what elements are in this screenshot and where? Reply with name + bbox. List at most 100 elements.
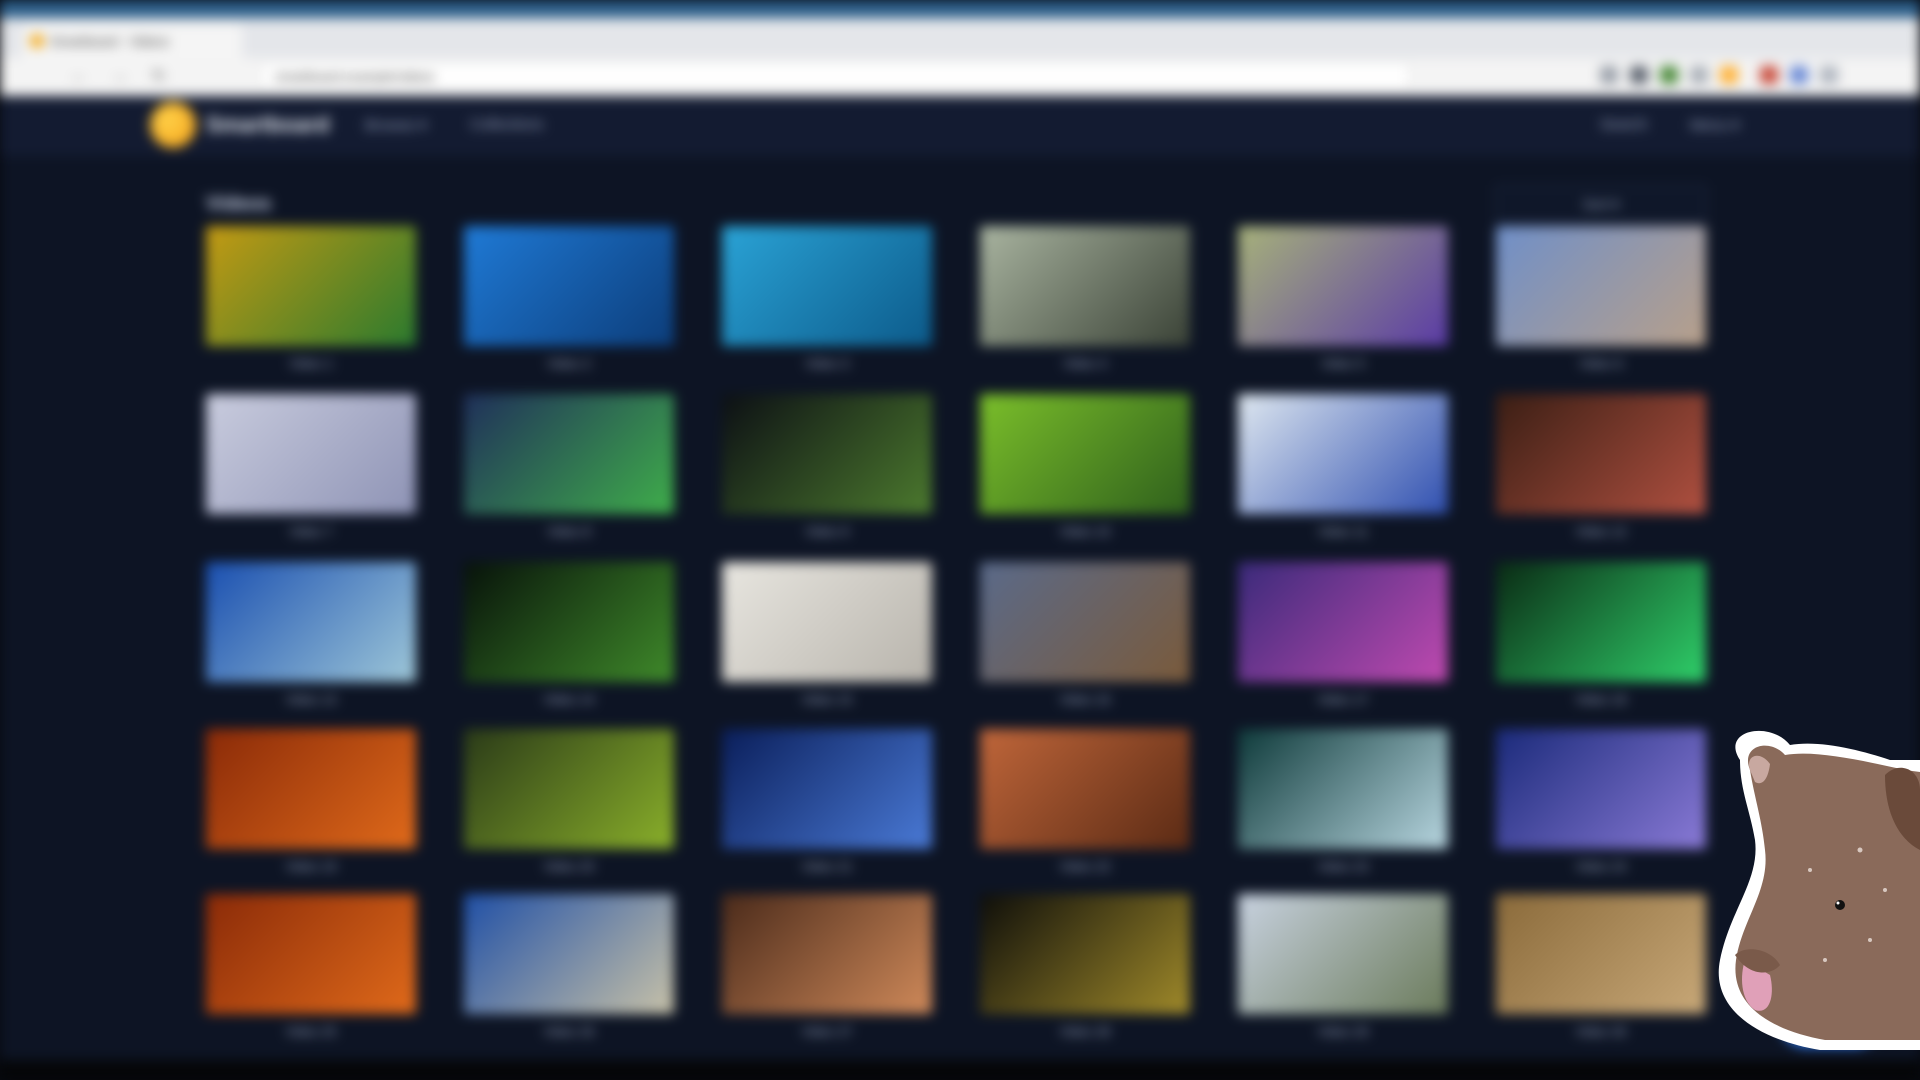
video-title[interactable]: Video 22 (980, 859, 1190, 874)
video-title[interactable]: Video 17 (1238, 692, 1448, 707)
video-thumbnail[interactable] (1496, 894, 1706, 1014)
video-title[interactable]: Video 9 (722, 524, 932, 539)
video-title[interactable]: Video 25 (206, 1024, 416, 1039)
video-title[interactable]: Video 8 (464, 524, 674, 539)
video-title[interactable]: Video 24 (1496, 859, 1706, 874)
video-title[interactable]: Video 4 (980, 356, 1190, 371)
video-title[interactable]: Video 11 (1238, 524, 1448, 539)
video-thumbnail[interactable] (1496, 226, 1706, 346)
video-title[interactable]: Video 3 (722, 356, 932, 371)
video-thumbnail[interactable] (464, 394, 674, 514)
video-thumbnail[interactable] (722, 394, 932, 514)
video-card[interactable]: Video 4 (980, 226, 1190, 386)
video-thumbnail[interactable] (1238, 729, 1448, 849)
video-title[interactable]: Video 15 (722, 692, 932, 707)
video-thumbnail[interactable] (206, 226, 416, 346)
video-card[interactable]: Video 26 (464, 894, 674, 1054)
browser-tab[interactable]: Smartboard - Videos (22, 24, 242, 58)
extension-icon[interactable] (1690, 66, 1708, 84)
extension-icon[interactable] (1720, 66, 1738, 84)
extension-icon[interactable] (1600, 66, 1618, 84)
video-thumbnail[interactable] (980, 562, 1190, 682)
video-title[interactable]: Video 7 (206, 524, 416, 539)
video-card[interactable]: Video 24 (1496, 729, 1706, 889)
video-card[interactable]: Video 10 (980, 394, 1190, 554)
video-thumbnail[interactable] (1496, 729, 1706, 849)
video-title[interactable]: Video 29 (1238, 1024, 1448, 1039)
video-card[interactable]: Video 2 (464, 226, 674, 386)
video-thumbnail[interactable] (722, 894, 932, 1014)
video-title[interactable]: Video 12 (1496, 524, 1706, 539)
video-card[interactable]: Video 12 (1496, 394, 1706, 554)
video-title[interactable]: Video 13 (206, 692, 416, 707)
video-card[interactable]: Video 11 (1238, 394, 1448, 554)
nav-browse[interactable]: Browse ▾ (365, 116, 427, 134)
video-card[interactable]: Video 13 (206, 562, 416, 722)
video-title[interactable]: Video 28 (980, 1024, 1190, 1039)
video-card[interactable]: Video 3 (722, 226, 932, 386)
video-card[interactable]: Video 15 (722, 562, 932, 722)
menu-icon[interactable] (1820, 66, 1838, 84)
video-card[interactable]: Video 7 (206, 394, 416, 554)
extension-icon[interactable] (1790, 66, 1808, 84)
video-title[interactable]: Video 20 (464, 859, 674, 874)
video-card[interactable]: Video 25 (206, 894, 416, 1054)
video-card[interactable]: Video 14 (464, 562, 674, 722)
video-card[interactable]: Video 18 (1496, 562, 1706, 722)
video-thumbnail[interactable] (722, 562, 932, 682)
video-card[interactable]: Video 5 (1238, 226, 1448, 386)
video-title[interactable]: Video 10 (980, 524, 1190, 539)
nav-menu[interactable]: Menu ▾ (1690, 116, 1739, 134)
extension-icon[interactable] (1630, 66, 1648, 84)
video-thumbnail[interactable] (464, 894, 674, 1014)
video-title[interactable]: Video 21 (722, 859, 932, 874)
video-thumbnail[interactable] (722, 226, 932, 346)
video-thumbnail[interactable] (206, 729, 416, 849)
extension-icon[interactable] (1760, 66, 1778, 84)
video-card[interactable]: Video 1 (206, 226, 416, 386)
video-card[interactable]: Video 30 (1496, 894, 1706, 1054)
extension-icon[interactable] (1660, 66, 1678, 84)
video-thumbnail[interactable] (722, 729, 932, 849)
video-thumbnail[interactable] (206, 562, 416, 682)
video-title[interactable]: Video 19 (206, 859, 416, 874)
video-thumbnail[interactable] (1238, 226, 1448, 346)
video-title[interactable]: Video 16 (980, 692, 1190, 707)
app-logo-text[interactable]: Smartboard (206, 112, 329, 138)
video-card[interactable]: Video 21 (722, 729, 932, 889)
video-title[interactable]: Video 26 (464, 1024, 674, 1039)
video-card[interactable]: Video 6 (1496, 226, 1706, 386)
video-card[interactable]: Video 23 (1238, 729, 1448, 889)
video-thumbnail[interactable] (464, 729, 674, 849)
video-thumbnail[interactable] (980, 894, 1190, 1014)
video-card[interactable]: Video 29 (1238, 894, 1448, 1054)
video-thumbnail[interactable] (1496, 394, 1706, 514)
video-thumbnail[interactable] (464, 562, 674, 682)
video-thumbnail[interactable] (980, 729, 1190, 849)
nav-collections[interactable]: Collections (470, 116, 543, 133)
video-thumbnail[interactable] (980, 394, 1190, 514)
video-title[interactable]: Video 27 (722, 1024, 932, 1039)
video-thumbnail[interactable] (1238, 894, 1448, 1014)
video-title[interactable]: Video 5 (1238, 356, 1448, 371)
video-card[interactable]: Video 8 (464, 394, 674, 554)
video-title[interactable]: Video 6 (1496, 356, 1706, 371)
sort-button[interactable]: Sort ▾ (1495, 185, 1707, 223)
video-card[interactable]: Video 20 (464, 729, 674, 889)
video-thumbnail[interactable] (1496, 562, 1706, 682)
video-thumbnail[interactable] (206, 894, 416, 1014)
nav-search[interactable]: Search (1600, 116, 1648, 133)
video-card[interactable]: Video 27 (722, 894, 932, 1054)
video-thumbnail[interactable] (980, 226, 1190, 346)
logo-icon[interactable] (150, 102, 196, 148)
video-card[interactable]: Video 22 (980, 729, 1190, 889)
video-thumbnail[interactable] (206, 394, 416, 514)
video-card[interactable]: Video 19 (206, 729, 416, 889)
video-title[interactable]: Video 1 (206, 356, 416, 371)
video-thumbnail[interactable] (1238, 562, 1448, 682)
video-card[interactable]: Video 17 (1238, 562, 1448, 722)
video-title[interactable]: Video 2 (464, 356, 674, 371)
video-title[interactable]: Video 18 (1496, 692, 1706, 707)
video-title[interactable]: Video 23 (1238, 859, 1448, 874)
video-thumbnail[interactable] (1238, 394, 1448, 514)
